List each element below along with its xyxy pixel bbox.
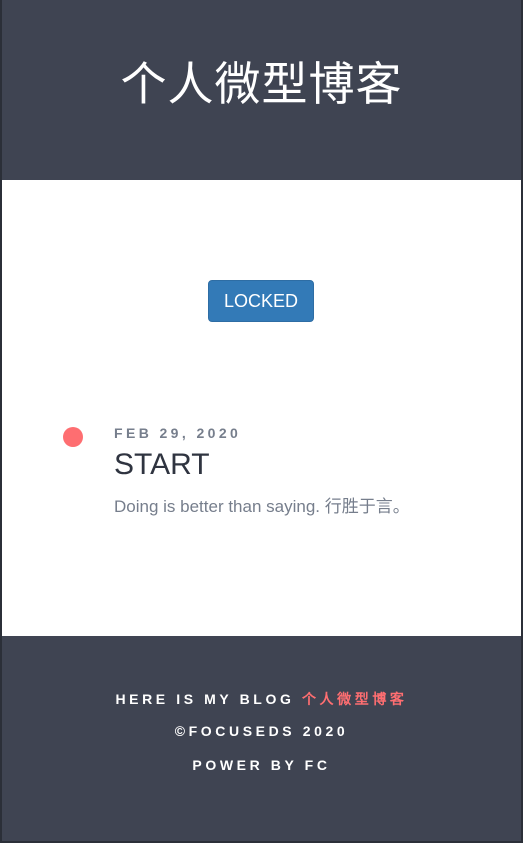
site-footer: HERE IS MY BLOG 个人微型博客 ©FOCUSEDS 2020 PO…	[2, 636, 521, 841]
main-content: LOCKED FEB 29, 2020 START Doing is bette…	[2, 180, 521, 636]
post-date: FEB 29, 2020	[114, 425, 242, 441]
post-title-link[interactable]: START	[114, 448, 210, 482]
site-title[interactable]: 个人微型博客	[2, 48, 521, 114]
footer-blog-name[interactable]: 个人微型博客	[302, 691, 408, 707]
footer-blog-prefix: HERE IS MY BLOG	[115, 691, 302, 707]
footer-blog-line: HERE IS MY BLOG 个人微型博客	[2, 689, 521, 709]
footer-powered-by: POWER BY FC	[192, 757, 331, 773]
site-header: 个人微型博客	[2, 0, 521, 180]
footer-copyright: ©FOCUSEDS 2020	[174, 723, 349, 739]
post-summary: Doing is better than saying. 行胜于言。	[114, 497, 410, 516]
post-dot-marker	[63, 427, 83, 447]
locked-button[interactable]: LOCKED	[208, 280, 314, 322]
